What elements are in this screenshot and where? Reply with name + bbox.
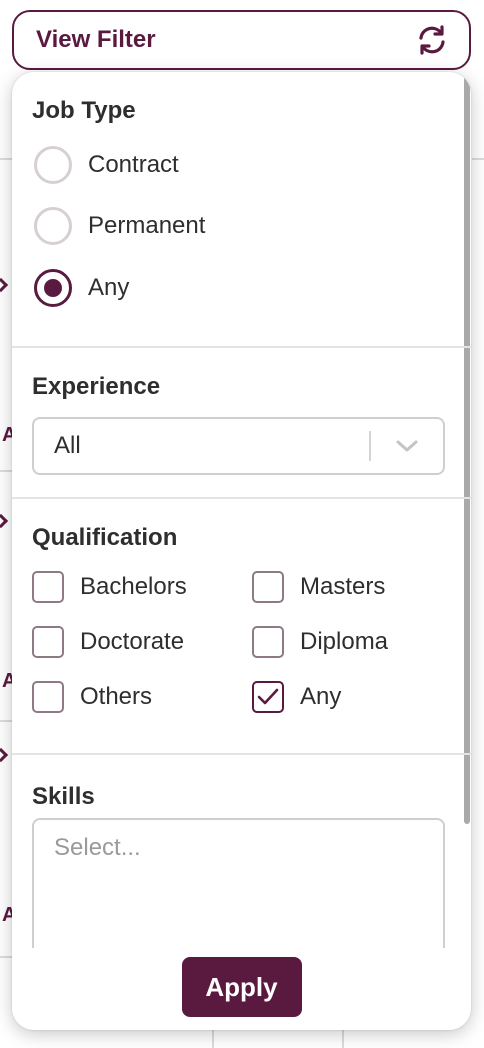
background-divider: [0, 720, 12, 722]
checkbox-any[interactable]: Any: [252, 681, 341, 713]
checkmark-icon: [257, 688, 279, 705]
radio-label: Permanent: [88, 212, 206, 239]
apply-button[interactable]: Apply: [181, 957, 302, 1017]
section-divider: [12, 497, 471, 499]
background-bottom-nav: [212, 1030, 214, 1048]
radio-button[interactable]: [34, 207, 72, 245]
experience-title: Experience: [32, 373, 161, 400]
radio-contract[interactable]: Contract: [34, 146, 179, 184]
checkbox-doctorate[interactable]: Doctorate: [32, 626, 184, 658]
checkbox[interactable]: [252, 626, 284, 658]
section-divider: [12, 753, 471, 755]
checkbox-masters[interactable]: Masters: [252, 571, 385, 603]
radio-label: Contract: [88, 151, 179, 178]
skills-placeholder: Select...: [54, 834, 141, 861]
checkbox-others[interactable]: Others: [32, 681, 152, 713]
job-type-title: Job Type: [32, 97, 136, 124]
refresh-icon[interactable]: [415, 23, 449, 57]
skills-title: Skills: [32, 783, 95, 810]
view-filter-label: View Filter: [36, 26, 156, 53]
checkbox[interactable]: [32, 626, 64, 658]
filter-panel: Job Type Contract Permanent Any Experien…: [12, 72, 471, 1030]
checkbox-label: Doctorate: [80, 628, 185, 655]
section-divider: [12, 346, 471, 348]
radio-permanent[interactable]: Permanent: [34, 207, 205, 245]
background-chevron-icon: [0, 747, 9, 763]
checkbox-label: Any: [300, 683, 342, 710]
checkbox[interactable]: [32, 571, 64, 603]
background-divider: [0, 956, 12, 958]
checkbox-label: Masters: [300, 573, 386, 600]
apply-footer: Apply: [12, 948, 471, 1030]
experience-select-value: All: [54, 432, 81, 459]
radio-button[interactable]: [34, 146, 72, 184]
background-chevron-icon: [0, 513, 9, 529]
view-filter-button[interactable]: View Filter: [12, 10, 471, 70]
experience-select[interactable]: All: [32, 417, 445, 475]
checkbox-label: Diploma: [300, 628, 389, 655]
qualification-title: Qualification: [32, 524, 178, 551]
checkbox-label: Bachelors: [80, 573, 187, 600]
chevron-down-icon[interactable]: [371, 439, 443, 453]
radio-label: Any: [88, 274, 130, 301]
background-divider: [0, 470, 12, 472]
checkbox-bachelors[interactable]: Bachelors: [32, 571, 187, 603]
checkbox-diploma[interactable]: Diploma: [252, 626, 388, 658]
radio-button-checked[interactable]: [34, 269, 72, 307]
background-bottom-nav: [342, 1030, 344, 1048]
panel-scrollbar[interactable]: [464, 76, 470, 824]
checkbox-checked[interactable]: [252, 681, 284, 713]
background-chevron-icon: [0, 277, 9, 293]
checkbox[interactable]: [252, 571, 284, 603]
radio-dot: [44, 279, 62, 297]
radio-any[interactable]: Any: [34, 269, 129, 307]
background-divider: [0, 158, 12, 160]
checkbox[interactable]: [32, 681, 64, 713]
checkbox-label: Others: [80, 683, 153, 710]
background-divider: [472, 158, 484, 160]
